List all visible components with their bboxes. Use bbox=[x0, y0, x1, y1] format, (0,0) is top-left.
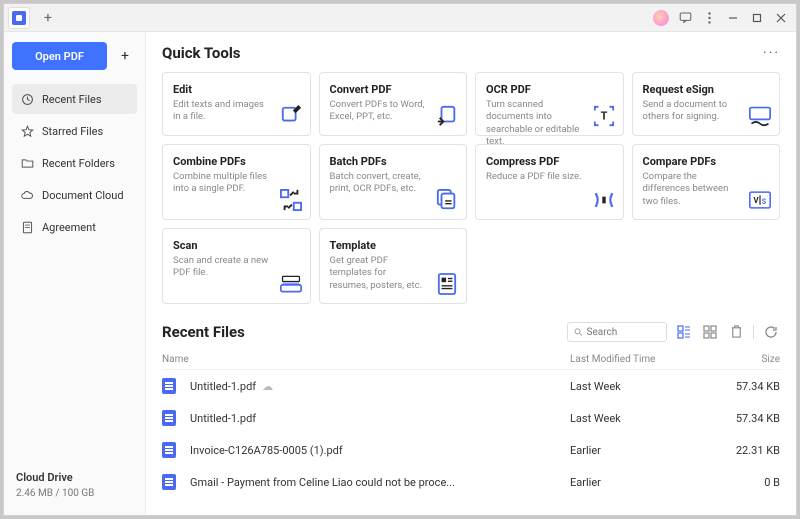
scan-icon bbox=[280, 273, 302, 295]
combine-icon bbox=[280, 189, 302, 211]
esign-icon bbox=[749, 105, 771, 127]
file-row[interactable]: Invoice-C126A785-0005 (1).pdf Earlier 22… bbox=[162, 434, 780, 466]
sidebar-item-label: Agreement bbox=[42, 221, 96, 234]
sidebar-item-label: Document Cloud bbox=[42, 189, 124, 202]
svg-text:T: T bbox=[600, 110, 607, 123]
cloud-icon bbox=[20, 188, 34, 202]
star-icon bbox=[20, 124, 34, 138]
cloud-drive-footer[interactable]: Cloud Drive 2.46 MB / 100 GB bbox=[12, 467, 137, 507]
orb-icon bbox=[653, 10, 669, 26]
document-icon bbox=[20, 220, 34, 234]
clock-icon bbox=[20, 92, 34, 106]
search-input[interactable] bbox=[587, 327, 660, 338]
recent-files-title: Recent Files bbox=[162, 323, 245, 341]
col-modified[interactable]: Last Modified Time bbox=[570, 354, 710, 365]
sidebar-item-document-cloud[interactable]: Document Cloud bbox=[12, 180, 137, 210]
tool-convert[interactable]: Convert PDF Convert PDFs to Word, Excel,… bbox=[319, 72, 468, 136]
sidebar-item-starred-files[interactable]: Starred Files bbox=[12, 116, 137, 146]
cloud-sync-icon: ☁ bbox=[262, 380, 273, 393]
tool-template[interactable]: Template Get great PDF templates for res… bbox=[319, 228, 468, 304]
tool-batch[interactable]: Batch PDFs Batch convert, create, print,… bbox=[319, 144, 468, 220]
file-row[interactable]: Untitled-1.pdf Last Week 57.34 KB bbox=[162, 402, 780, 434]
folder-icon bbox=[20, 156, 34, 170]
tool-scan[interactable]: Scan Scan and create a new PDF file. bbox=[162, 228, 311, 304]
view-grid-button[interactable] bbox=[701, 323, 719, 341]
view-list-button[interactable] bbox=[675, 323, 693, 341]
ocr-icon: T bbox=[593, 105, 615, 127]
minimize-icon bbox=[728, 13, 738, 23]
open-pdf-button[interactable]: Open PDF bbox=[12, 42, 107, 70]
cloud-drive-usage: 2.46 MB / 100 GB bbox=[16, 488, 133, 499]
main-content: Quick Tools ··· Edit Edit texts and imag… bbox=[146, 32, 796, 515]
tool-combine[interactable]: Combine PDFs Combine multiple files into… bbox=[162, 144, 311, 220]
kebab-icon bbox=[708, 12, 711, 24]
sidebar-item-label: Recent Files bbox=[42, 93, 102, 106]
quick-tools-grid: Edit Edit texts and images in a file. Co… bbox=[162, 72, 780, 304]
sidebar-item-label: Recent Folders bbox=[42, 157, 115, 170]
ai-orb-button[interactable] bbox=[650, 7, 672, 29]
pdf-file-icon bbox=[162, 410, 176, 426]
col-size[interactable]: Size bbox=[710, 354, 780, 365]
file-row[interactable]: Untitled-1.pdf☁ Last Week 57.34 KB bbox=[162, 370, 780, 402]
close-button[interactable] bbox=[770, 7, 792, 29]
refresh-button[interactable] bbox=[762, 323, 780, 341]
pdf-file-icon bbox=[162, 378, 176, 394]
sidebar: Open PDF + Recent Files Starred Files Re… bbox=[4, 32, 146, 515]
pdf-file-icon bbox=[162, 474, 176, 490]
chat-button[interactable] bbox=[674, 7, 696, 29]
create-new-button[interactable]: + bbox=[113, 44, 137, 68]
convert-icon bbox=[436, 105, 458, 127]
tool-esign[interactable]: Request eSign Send a document to others … bbox=[632, 72, 781, 136]
kebab-menu-button[interactable] bbox=[698, 7, 720, 29]
template-icon bbox=[436, 273, 458, 295]
col-name[interactable]: Name bbox=[162, 354, 570, 365]
close-icon bbox=[776, 13, 786, 23]
app-window: + Open PDF + Recent Files bbox=[3, 3, 797, 516]
sidebar-item-recent-folders[interactable]: Recent Folders bbox=[12, 148, 137, 178]
maximize-icon bbox=[752, 13, 762, 23]
new-tab-button[interactable]: + bbox=[38, 8, 58, 28]
pdf-file-icon bbox=[162, 442, 176, 458]
maximize-button[interactable] bbox=[746, 7, 768, 29]
svg-text:V: V bbox=[754, 196, 760, 205]
tool-compare[interactable]: Compare PDFs Compare the differences bet… bbox=[632, 144, 781, 220]
sidebar-item-recent-files[interactable]: Recent Files bbox=[12, 84, 137, 114]
compress-icon bbox=[593, 189, 615, 211]
search-icon bbox=[574, 327, 583, 337]
svg-text:S: S bbox=[762, 197, 767, 206]
titlebar: + bbox=[4, 4, 796, 32]
logo-icon bbox=[12, 11, 26, 25]
sidebar-item-agreement[interactable]: Agreement bbox=[12, 212, 137, 242]
file-list-header: Name Last Modified Time Size bbox=[162, 350, 780, 370]
search-box[interactable] bbox=[567, 322, 667, 342]
tool-ocr[interactable]: OCR PDF Turn scanned documents into sear… bbox=[475, 72, 624, 136]
edit-icon bbox=[280, 105, 302, 127]
chat-icon bbox=[679, 11, 692, 24]
batch-icon bbox=[436, 189, 458, 211]
sidebar-item-label: Starred Files bbox=[42, 125, 103, 138]
delete-button[interactable] bbox=[727, 323, 745, 341]
tool-edit[interactable]: Edit Edit texts and images in a file. bbox=[162, 72, 311, 136]
quick-tools-title: Quick Tools bbox=[162, 44, 241, 62]
minimize-button[interactable] bbox=[722, 7, 744, 29]
quick-tools-more-button[interactable]: ··· bbox=[763, 45, 780, 61]
cloud-drive-label: Cloud Drive bbox=[16, 471, 133, 484]
compare-icon: VS bbox=[749, 189, 771, 211]
app-logo-tab[interactable] bbox=[8, 7, 30, 29]
tool-compress[interactable]: Compress PDF Reduce a PDF file size. bbox=[475, 144, 624, 220]
file-row[interactable]: Gmail - Payment from Celine Liao could n… bbox=[162, 466, 780, 498]
